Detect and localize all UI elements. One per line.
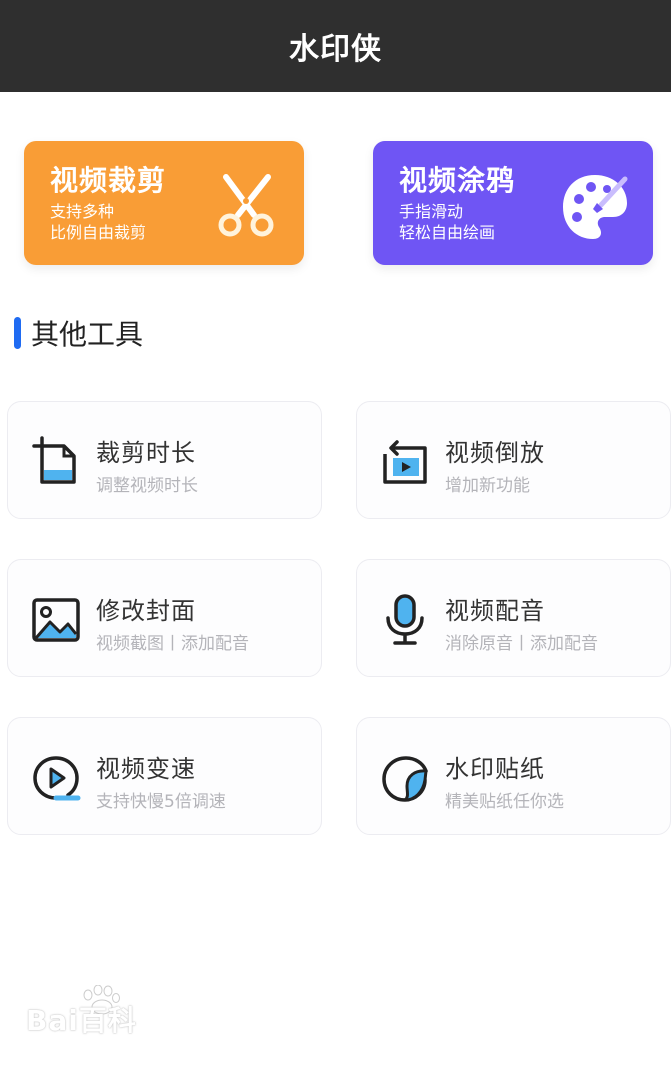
section-title: 其他工具 — [31, 318, 144, 351]
tool-desc: 消除原音丨添加配音 — [445, 634, 598, 654]
tool-desc: 调整视频时长 — [96, 476, 198, 496]
reverse-play-icon — [379, 436, 431, 488]
video-clip-line1: 支持多种 — [50, 202, 115, 221]
video-clip-title: 视频裁剪 — [50, 164, 167, 197]
video-doodle-subtitle: 手指滑动 轻松自由绘画 — [399, 201, 495, 243]
video-clip-line2: 比例自由裁剪 — [50, 223, 147, 242]
scissors-icon — [210, 171, 282, 243]
tool-speed-change[interactable]: 视频变速 支持快慢5倍调速 — [7, 717, 322, 835]
video-doodle-line2: 轻松自由绘画 — [399, 223, 496, 242]
tool-desc: 支持快慢5倍调速 — [96, 792, 226, 812]
palette-icon — [559, 171, 631, 243]
speed-play-icon — [30, 752, 82, 804]
tool-edit-cover[interactable]: 修改封面 视频截图丨添加配音 — [7, 559, 322, 677]
tool-name: 修改封面 — [96, 597, 196, 625]
video-doodle-line1: 手指滑动 — [399, 202, 464, 221]
app-title-bar: 水印侠 — [0, 0, 671, 92]
tool-reverse-play[interactable]: 视频倒放 增加新功能 — [356, 401, 671, 519]
baidu-baike-watermark: Bai百科 — [26, 985, 186, 1037]
other-tools-header: 其他工具 — [14, 313, 143, 353]
video-doodle-title: 视频涂鸦 — [399, 164, 516, 197]
tool-name: 视频配音 — [445, 597, 545, 625]
cover-image-icon — [30, 594, 82, 646]
tool-trim-duration[interactable]: 裁剪时长 调整视频时长 — [7, 401, 322, 519]
tool-name: 视频倒放 — [445, 439, 545, 467]
tool-desc: 视频截图丨添加配音 — [96, 634, 249, 654]
tool-desc: 精美贴纸任你选 — [445, 792, 564, 812]
video-clip-subtitle: 支持多种 比例自由裁剪 — [50, 201, 146, 243]
tool-name: 水印贴纸 — [445, 755, 545, 783]
section-accent-bar — [14, 317, 21, 349]
tool-name: 裁剪时长 — [96, 439, 196, 467]
tool-desc: 增加新功能 — [445, 476, 530, 496]
watermark-text: Bai百科 — [26, 1004, 137, 1037]
tool-name: 视频变速 — [96, 755, 196, 783]
tool-watermark-sticker[interactable]: 水印贴纸 精美贴纸任你选 — [356, 717, 671, 835]
trim-duration-icon — [30, 436, 82, 488]
app-title: 水印侠 — [289, 32, 382, 67]
video-clip-card[interactable]: 视频裁剪 支持多种 比例自由裁剪 — [24, 141, 304, 265]
video-doodle-card[interactable]: 视频涂鸦 手指滑动 轻松自由绘画 — [373, 141, 653, 265]
sticker-icon — [379, 752, 431, 804]
microphone-icon — [379, 594, 431, 646]
tool-video-dub[interactable]: 视频配音 消除原音丨添加配音 — [356, 559, 671, 677]
